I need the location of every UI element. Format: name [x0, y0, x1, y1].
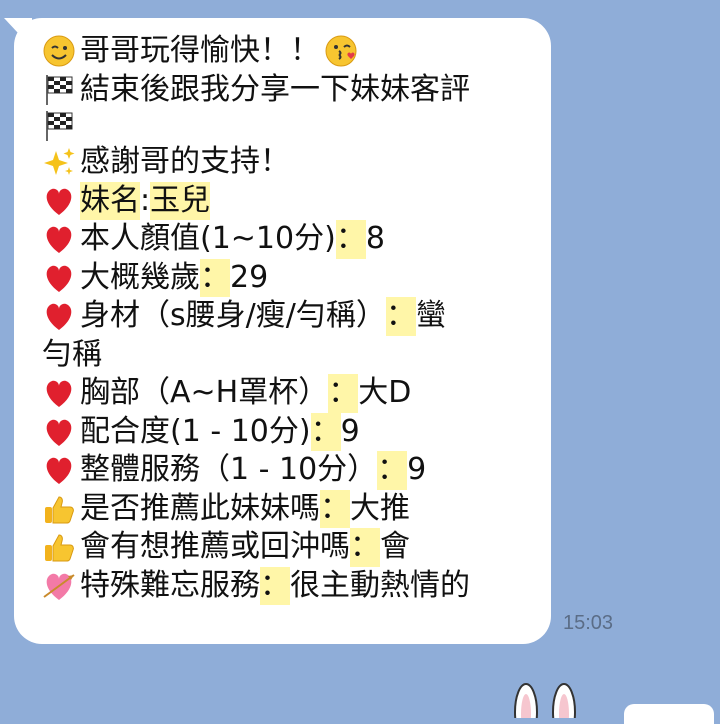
- line-text: 9: [340, 413, 360, 449]
- message-line: 妹名: 玉兒: [42, 181, 535, 220]
- message-line: 哥哥玩得愉快！！: [42, 32, 535, 71]
- line-text: 29: [230, 259, 269, 295]
- line-text: 蠻: [415, 298, 446, 333]
- line-text: 感謝哥的支持！: [80, 144, 290, 179]
- line-text: 大推: [350, 490, 410, 526]
- message-line: 本人顏值(1~10分)： 8: [42, 220, 535, 259]
- red-heart-icon: [42, 222, 78, 256]
- highlighted-text: ：: [377, 451, 408, 490]
- thumbs-up-icon: [42, 530, 78, 564]
- heart-with-arrow-icon: [42, 569, 78, 603]
- message-line: [42, 109, 535, 143]
- line-text: 胸部（A~H罩杯）: [80, 375, 329, 410]
- highlighted-text: 玉兒: [150, 181, 211, 220]
- next-message-bubble: [624, 704, 714, 724]
- highlighted-text: ：: [260, 566, 290, 605]
- line-text: :: [140, 182, 151, 218]
- message-line: 結束後跟我分享一下妹妹客評: [42, 71, 535, 110]
- line-text: 會有想推薦或回沖嗎: [80, 529, 350, 564]
- highlighted-text: ：: [310, 412, 341, 451]
- highlighted-text: ：: [200, 258, 230, 297]
- message-line: 特殊難忘服務：很主動熱情的: [42, 566, 535, 605]
- red-heart-icon: [42, 261, 78, 295]
- line-text: 8: [365, 221, 385, 256]
- sparkles-icon: [42, 145, 78, 179]
- line-text: 是否推薦此妹妹嗎: [80, 490, 320, 526]
- checkered-flag-icon: [42, 109, 78, 143]
- message-line: 身材（s腰身/瘦/勻稱）：蠻: [42, 297, 535, 336]
- line-text: 勻稱: [42, 336, 102, 372]
- message-text: 哥哥玩得愉快！！ 結束後跟我分享一下妹妹客評 感謝哥的支持！ 妹名: 玉兒 本人顏值(1~…: [42, 32, 535, 605]
- message-line: 整體服務（1 - 10分）： 9: [42, 451, 535, 490]
- bunny-ears-sticker: [514, 683, 576, 718]
- highlighted-text: ：: [335, 220, 366, 259]
- highlighted-text: ：: [350, 528, 380, 567]
- message-line: 大概幾歲： 29: [42, 258, 535, 297]
- line-text: 哥哥玩得愉快！！: [80, 33, 320, 68]
- message-bubble[interactable]: 哥哥玩得愉快！！ 結束後跟我分享一下妹妹客評 感謝哥的支持！ 妹名: 玉兒 本人顏值(1~…: [14, 18, 551, 644]
- thumbs-up-icon: [42, 492, 78, 526]
- message-line: 勻稱: [42, 336, 535, 375]
- line-text: 大概幾歲: [80, 259, 200, 295]
- red-heart-icon: [42, 376, 78, 410]
- checkered-flag-icon: [42, 73, 78, 107]
- red-heart-icon: [42, 184, 78, 218]
- line-text: 9: [407, 452, 427, 487]
- line-text: 整體服務（1 - 10分）: [80, 452, 378, 487]
- message-line: 胸部（A~H罩杯）：大D: [42, 374, 535, 413]
- wink-face-icon: [42, 34, 78, 68]
- line-text: 身材（s腰身/瘦/勻稱）: [80, 298, 386, 333]
- line-text: 特殊難忘服務: [80, 567, 260, 603]
- highlighted-text: ：: [320, 489, 350, 528]
- red-heart-icon: [42, 415, 78, 449]
- highlighted-text: ：: [385, 297, 416, 336]
- message-line: 會有想推薦或回沖嗎：會: [42, 528, 535, 567]
- message-timestamp: 15:03: [563, 612, 614, 634]
- line-text: 會: [380, 529, 410, 564]
- highlighted-text: 妹名: [80, 181, 140, 220]
- red-heart-icon: [42, 453, 78, 487]
- highlighted-text: ：: [328, 374, 359, 413]
- line-text: 配合度(1 - 10分): [80, 413, 311, 449]
- message-line: 配合度(1 - 10分)： 9: [42, 412, 535, 451]
- red-heart-icon: [42, 299, 78, 333]
- line-text: 很主動熱情的: [290, 567, 470, 603]
- line-text: 結束後跟我分享一下妹妹客評: [80, 71, 470, 107]
- line-text: 本人顏值(1~10分): [80, 221, 336, 256]
- kiss-face-icon: [324, 34, 360, 68]
- line-text: 大D: [358, 375, 412, 410]
- message-line: 感謝哥的支持！: [42, 143, 535, 182]
- message-line: 是否推薦此妹妹嗎：大推: [42, 489, 535, 528]
